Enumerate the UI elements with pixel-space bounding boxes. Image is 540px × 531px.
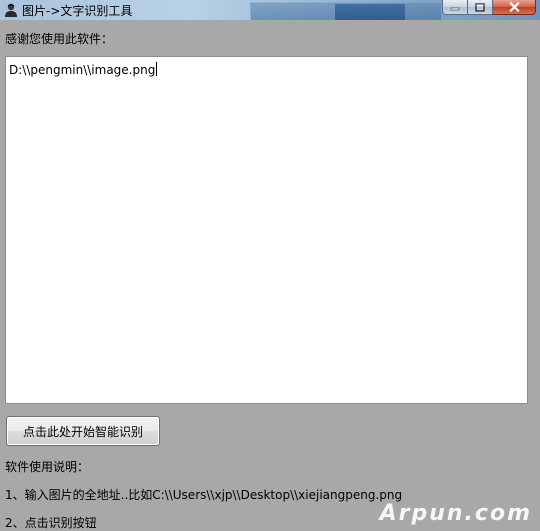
image-path-textarea[interactable]: D:\\pengmin\\image.png xyxy=(5,56,528,404)
caption-buttons xyxy=(442,0,536,16)
instructions-title: 软件使用说明： xyxy=(5,460,90,474)
window-title: 图片->文字识别工具 xyxy=(22,4,133,18)
close-icon xyxy=(508,2,520,12)
app-user-icon xyxy=(3,2,19,18)
background-window-glass-dark xyxy=(335,4,405,20)
minimize-icon xyxy=(450,7,460,11)
maximize-button[interactable] xyxy=(468,0,493,15)
text-caret xyxy=(156,62,158,76)
watermark-logo: Arpun.com xyxy=(379,501,532,526)
title-bar[interactable]: 图片->文字识别工具 xyxy=(0,0,540,20)
client-area: 感谢您使用此软件： D:\\pengmin\\image.png 点击此处开始智… xyxy=(0,20,540,530)
minimize-button[interactable] xyxy=(442,0,468,15)
instruction-step-2: 2、点击识别按钮 xyxy=(5,516,97,530)
image-path-value: D:\\pengmin\\image.png xyxy=(9,63,156,77)
close-button[interactable] xyxy=(493,0,536,15)
thanks-label: 感谢您使用此软件： xyxy=(5,32,114,46)
maximize-icon xyxy=(475,2,485,12)
start-recognition-button[interactable]: 点击此处开始智能识别 xyxy=(6,416,160,446)
instruction-step-1: 1、输入图片的全地址..比如C:\\Users\\xjp\\Desktop\\x… xyxy=(5,488,403,502)
